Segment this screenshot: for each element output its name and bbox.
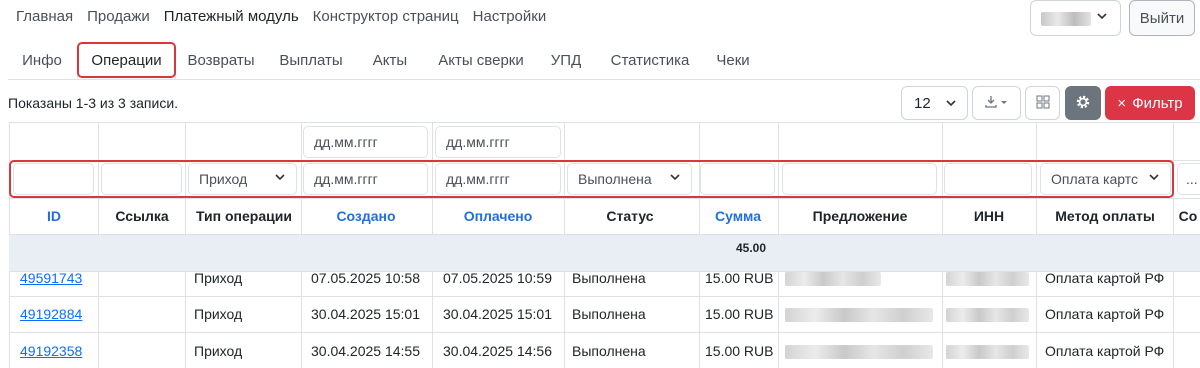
tab-acts[interactable]: Акты [358,42,422,79]
column-header-link: Ссылка [115,208,169,224]
column-header-sum[interactable]: Сумма [715,208,761,224]
column-header-paid[interactable]: Оплачено [464,208,533,224]
main-menu: Главная Продажи Платежный модуль Констру… [16,8,546,25]
payment-method-cell: Оплата картой РФ [1045,270,1165,286]
inn-redacted [946,272,1029,286]
export-button[interactable] [972,86,1021,120]
paid-cell: 07.05.2025 10:59 [443,270,552,286]
sum-filter-input[interactable] [700,163,775,195]
created-cell: 30.04.2025 14:55 [311,343,420,359]
nav-item-payment-module[interactable]: Платежный модуль [164,8,299,25]
operation-type-cell: Приход [194,306,243,322]
payment-method-cell: Оплата картой РФ [1045,306,1165,322]
offer-redacted [785,272,881,286]
records-summary: Показаны 1-3 из 3 записи. [8,95,179,111]
operation-type-select[interactable]: Приход [188,163,297,195]
page-size-value: 12 [914,94,931,112]
created-cell: 07.05.2025 10:58 [311,270,420,286]
operation-id-link[interactable]: 49591743 [20,270,82,286]
chevron-down-icon [669,171,681,186]
tab-statistics[interactable]: Статистика [594,42,706,79]
nav-item-page-builder[interactable]: Конструктор страниц [313,8,459,25]
chevron-down-icon [1096,10,1108,25]
tab-bar: Инфо Операции Возвраты Выплаты Акты Акты… [8,42,1200,80]
inn-redacted [946,345,1029,359]
columns-toggle-button[interactable] [1025,86,1060,120]
top-navbar: Главная Продажи Платежный модуль Констру… [0,0,1200,36]
nav-item-home[interactable]: Главная [16,8,73,25]
link-filter-input[interactable] [101,163,182,195]
column-header-id[interactable]: ID [47,208,61,224]
column-header-created[interactable]: Создано [336,208,395,224]
sum-total: 45.00 [736,241,767,255]
chevron-down-icon [945,96,957,113]
sum-cell: 15.00 RUB [705,343,774,359]
download-icon [984,95,1010,112]
grid-icon [1036,95,1050,112]
status-cell: Выполнена [572,306,646,322]
tab-upd[interactable]: УПД [538,42,594,79]
tab-payouts[interactable]: Выплаты [266,42,356,79]
tab-reconciliation-acts[interactable]: Акты сверки [424,42,538,79]
payment-method-cell: Оплата картой РФ [1045,343,1165,359]
paid-cell: 30.04.2025 15:01 [443,306,552,322]
column-header-offer: Предложение [812,208,908,224]
page-size-select[interactable]: 12 [901,86,968,120]
inn-filter-input[interactable] [944,163,1032,195]
filter-button-label: Фильтр [1132,94,1183,112]
logout-button[interactable]: Выйти [1129,0,1195,36]
paid-to-date-input[interactable]: дд.мм.гггг [435,163,561,195]
sum-cell: 15.00 RUB [705,306,774,322]
offer-filter-input[interactable] [782,163,937,195]
paid-cell: 30.04.2025 14:56 [443,343,552,359]
nav-item-sales[interactable]: Продажи [87,8,150,25]
column-header-extra: Со [1178,208,1198,224]
more-filter-input[interactable]: ... [1177,163,1200,195]
payment-method-select[interactable]: Оплата картс [1040,163,1171,195]
close-icon: × [1117,94,1127,112]
chevron-down-icon [1148,171,1160,186]
column-header-operation-type: Тип операции [196,208,292,224]
operation-id-link[interactable]: 49192358 [20,343,82,359]
settings-button[interactable] [1065,86,1101,120]
operation-id-link[interactable]: 49192884 [20,306,82,322]
created-to-date-input[interactable]: дд.мм.гггг [303,163,428,195]
operation-type-value: Приход [199,171,248,187]
created-from-date-input[interactable]: дд.мм.гггг [303,126,428,158]
operation-type-cell: Приход [194,343,243,359]
filter-button[interactable]: × Фильтр [1105,86,1195,120]
tab-info[interactable]: Инфо [8,42,76,79]
status-value: Выполнена [578,171,652,187]
offer-redacted [785,345,933,359]
status-cell: Выполнена [572,270,646,286]
tab-refunds[interactable]: Возвраты [176,42,266,79]
sum-cell: 15.00 RUB [705,270,774,286]
offer-redacted [785,308,933,322]
tab-operations[interactable]: Операции [77,42,176,79]
gear-icon [1075,94,1091,113]
created-cell: 30.04.2025 15:01 [311,306,420,322]
nav-item-settings[interactable]: Настройки [473,8,547,25]
payment-method-value: Оплата картс [1051,171,1139,187]
tab-receipts[interactable]: Чеки [706,42,760,79]
column-header-inn: ИНН [973,208,1005,224]
status-cell: Выполнена [572,343,646,359]
column-header-status: Статус [606,208,654,224]
operations-table [9,122,1200,368]
column-header-payment-method: Метод оплаты [1055,208,1155,224]
operation-type-cell: Приход [194,270,243,286]
status-select[interactable]: Выполнена [567,163,692,195]
paid-from-date-input[interactable]: дд.мм.гггг [435,126,561,158]
id-filter-input[interactable] [13,163,94,195]
chevron-down-icon [274,171,286,186]
account-select[interactable] [1030,0,1121,36]
totals-row [9,235,1200,271]
account-name-redacted [1041,12,1091,26]
inn-redacted [946,308,1029,322]
